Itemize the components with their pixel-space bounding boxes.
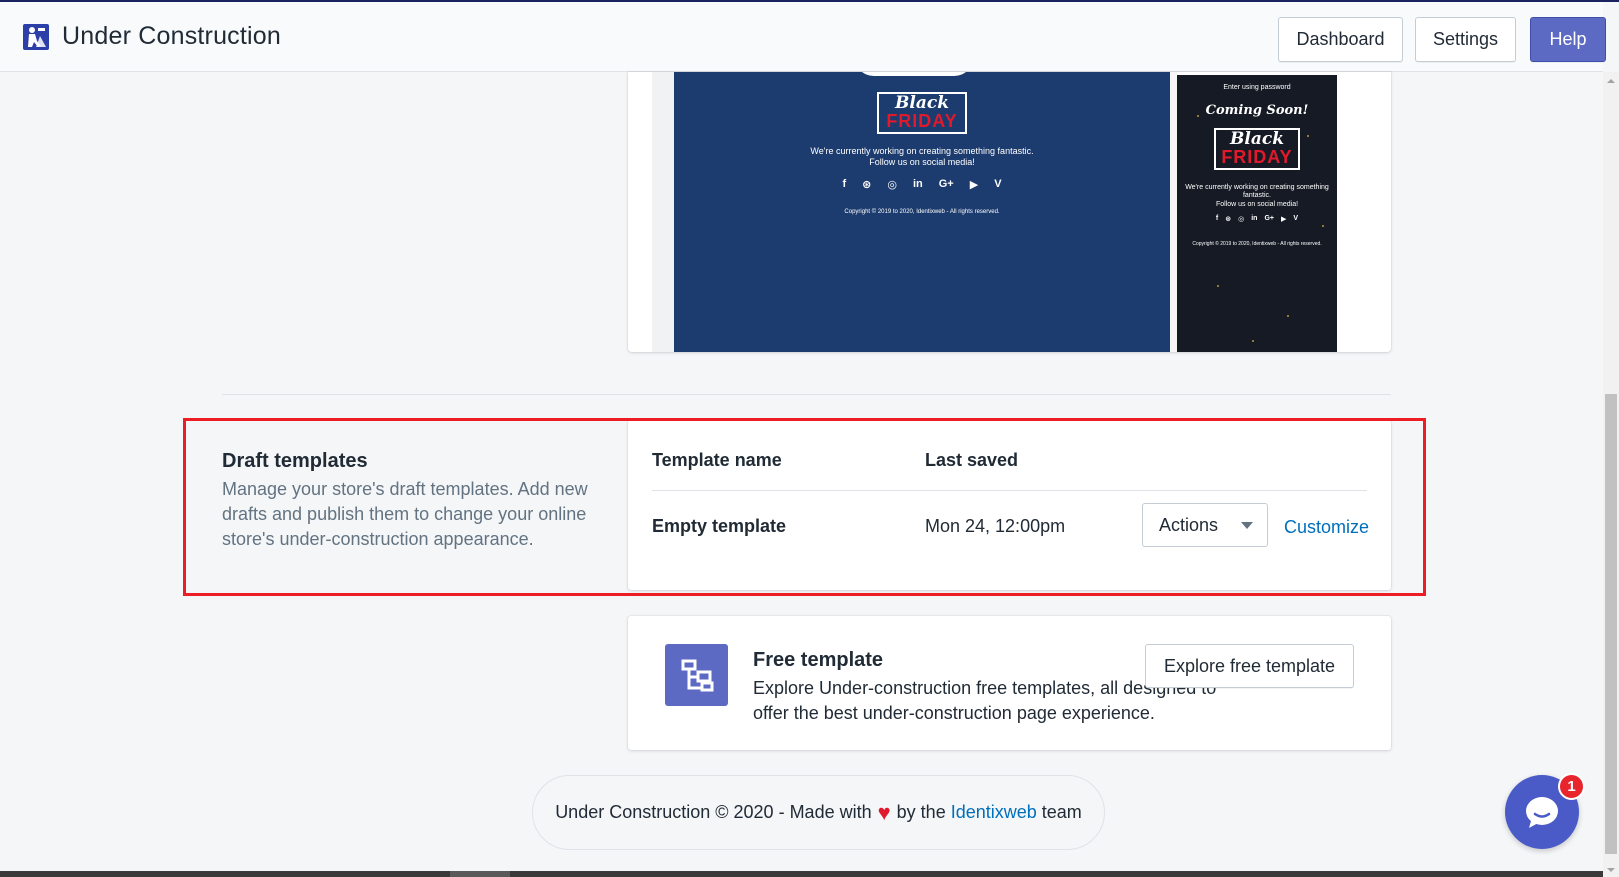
coming-soon-text: Coming Soon! [1205, 103, 1309, 118]
dashboard-button[interactable]: Dashboard [1278, 17, 1403, 62]
footer: Under Construction © 2020 - Made with ♥ … [532, 775, 1105, 850]
instagram-icon: ◎ [887, 179, 897, 191]
preview-copyright: Copyright © 2019 to 2020, Identixweb - A… [844, 209, 1000, 215]
preview-gap [1170, 72, 1177, 352]
mobile-preview[interactable]: Enter using password Coming Soon! Black … [1177, 75, 1337, 352]
template-icon [665, 644, 728, 706]
template-preview-card: Black FRIDAY We're currently working on … [628, 72, 1391, 352]
preview-frame-strip [652, 72, 674, 352]
free-template-title: Free template [753, 649, 884, 671]
footer-by-text: by the [896, 802, 946, 822]
desktop-preview[interactable]: Black FRIDAY We're currently working on … [674, 72, 1170, 352]
mobile-text-line2: Follow us on social media! [1215, 201, 1299, 208]
preview-text-line2: Follow us on social media! [869, 157, 975, 167]
youtube-icon: ▶ [1281, 216, 1287, 223]
black-friday-badge: Black FRIDAY [877, 92, 967, 134]
preview-top-script [854, 72, 974, 76]
linkedin-icon: in [912, 178, 923, 190]
bottom-taskbar-edge [0, 871, 1603, 877]
mobile-black-friday-badge: Black FRIDAY [1214, 128, 1300, 170]
settings-button[interactable]: Settings [1415, 17, 1516, 62]
explore-free-template-button[interactable]: Explore free template [1145, 644, 1354, 688]
construction-worker-icon [23, 24, 49, 50]
app-title: Under Construction [62, 22, 281, 50]
mobile-copyright: Copyright © 2019 to 2020, Identixweb - A… [1192, 241, 1322, 247]
youtube-icon: ▶ [969, 179, 979, 191]
preview-text-line1: We're currently working on creating some… [810, 146, 1034, 156]
mobile-badge-top-text: Black [1230, 129, 1284, 149]
scrollbar-thumb[interactable] [1605, 394, 1617, 854]
badge-bottom-text: FRIDAY [886, 111, 958, 131]
scroll-down-arrow-icon[interactable] [1603, 865, 1619, 875]
scroll-up-arrow-icon[interactable] [1603, 76, 1619, 86]
mobile-top-text: Enter using password [1223, 84, 1291, 91]
free-template-card: Free template Explore Under-construction… [628, 616, 1391, 750]
mobile-text-line1: We're currently working on creating some… [1185, 184, 1329, 199]
facebook-icon: f [1215, 215, 1219, 222]
pinterest-icon: ⊛ [1225, 216, 1232, 223]
mobile-social-icons: f ⊛ ◎ in G+ ▶ V [1177, 215, 1337, 223]
preview-social-icons: f ⊛ ◎ in G+ ▶ V [674, 178, 1170, 191]
instagram-icon: ◎ [1238, 216, 1245, 223]
chat-notification-badge: 1 [1558, 773, 1585, 800]
highlight-box [183, 418, 1426, 596]
facebook-icon: f [842, 178, 847, 190]
app-header: Under Construction Dashboard Settings He… [0, 2, 1606, 72]
vimeo-icon: V [1293, 215, 1299, 222]
help-button[interactable]: Help [1530, 17, 1606, 62]
mobile-badge-bottom-text: FRIDAY [1221, 147, 1293, 167]
page-scrollbar[interactable] [1603, 72, 1619, 877]
google-plus-icon: G+ [1264, 215, 1275, 222]
badge-top-text: Black [895, 93, 949, 113]
section-divider [222, 394, 1391, 395]
chat-bubble-icon [1526, 797, 1558, 828]
footer-text: Under Construction © 2020 - Made with [555, 802, 872, 822]
vimeo-icon: V [994, 178, 1002, 190]
heart-icon: ♥ [877, 799, 891, 825]
linkedin-icon: in [1251, 215, 1258, 222]
footer-team-text: team [1041, 802, 1082, 822]
identixweb-link[interactable]: Identixweb [951, 802, 1037, 823]
pinterest-icon: ⊛ [862, 179, 872, 191]
google-plus-icon: G+ [938, 178, 954, 190]
